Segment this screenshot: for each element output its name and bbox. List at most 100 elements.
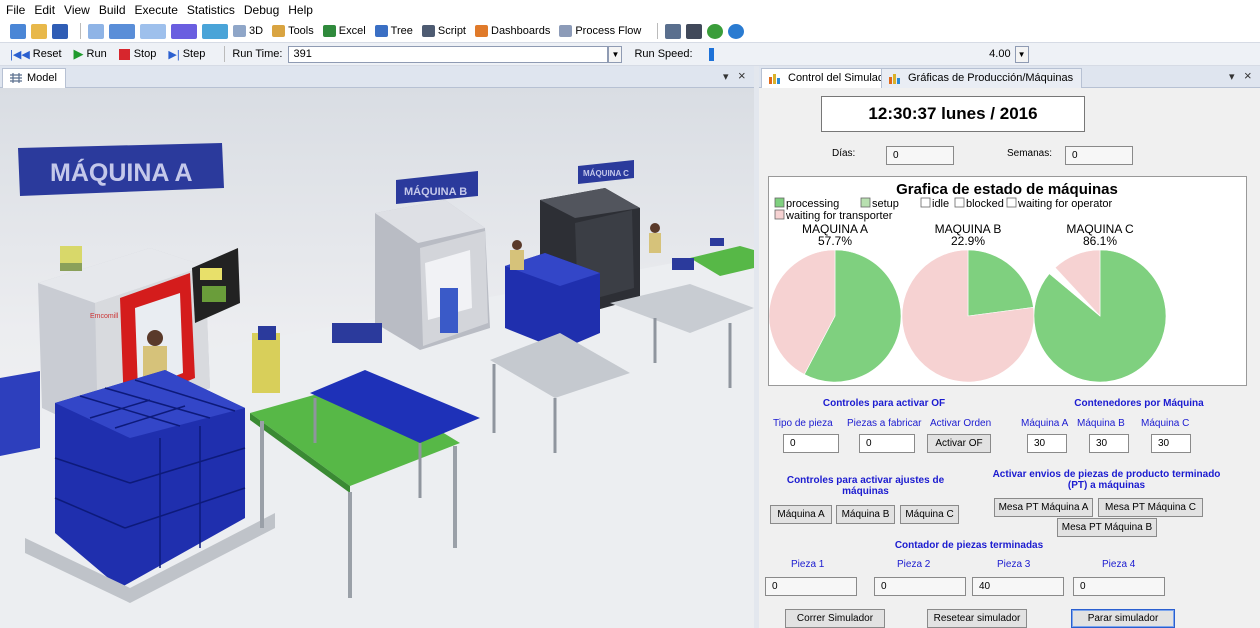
- main-toolbar: 3D Tools Excel Tree Script Dashboards Pr…: [0, 20, 1260, 42]
- open-folder-icon[interactable]: [31, 23, 47, 39]
- bar-chart-icon: [889, 74, 900, 84]
- toolbar-3d-button[interactable]: 3D: [233, 25, 263, 37]
- mesa-pt-b-button[interactable]: Mesa PT Máquina B: [1057, 518, 1157, 537]
- menu-execute[interactable]: Execute: [135, 3, 178, 17]
- sign-maquina-b-text: MÁQUINA B: [404, 185, 467, 198]
- toolbar-script-button[interactable]: Script: [421, 25, 466, 37]
- run-button[interactable]: ▶ Run: [74, 46, 107, 62]
- pane-menu-icon[interactable]: ▾: [1229, 70, 1235, 83]
- legend-swatch: [1006, 197, 1017, 208]
- pane-menu-icon[interactable]: ▾: [723, 70, 729, 83]
- run-time-field[interactable]: 391: [288, 45, 609, 63]
- tab-model[interactable]: Model: [2, 68, 66, 88]
- flexsim-window: File Edit View Build Execute Statistics …: [0, 0, 1260, 628]
- dashboards-icon: [475, 25, 488, 37]
- process-flow-icon: [559, 25, 573, 37]
- activar-orden-label: Activar Orden: [930, 418, 992, 429]
- piezas-fabricar-input[interactable]: 0: [859, 434, 915, 453]
- resetear-simulador-button[interactable]: Resetear simulador: [927, 609, 1027, 628]
- toolbar-excel-label: Excel: [338, 25, 366, 37]
- toolbar-tools-button[interactable]: Tools: [272, 25, 314, 37]
- ajuste-maquina-b-button[interactable]: Máquina B: [836, 505, 895, 524]
- toolbar-excel-button[interactable]: Excel: [322, 25, 366, 37]
- menu-file[interactable]: File: [6, 3, 25, 17]
- model-3d-view[interactable]: MÁQUINA A MÁQUINA B MÁQUINA C Emcomill: [0, 88, 754, 628]
- piezas-fabricar-label: Piezas a fabricar: [847, 418, 922, 429]
- run-time-label: Run Time:: [232, 48, 283, 60]
- contenedores-c-input[interactable]: 30: [1151, 434, 1191, 453]
- cont-label-c: Máquina C: [1141, 418, 1190, 429]
- ajuste-maquina-a-button[interactable]: Máquina A: [770, 505, 832, 524]
- menu-help[interactable]: Help: [288, 3, 313, 17]
- stop-icon: [118, 48, 130, 60]
- menu-view[interactable]: View: [64, 3, 90, 17]
- tipo-pieza-label: Tipo de pieza: [773, 418, 833, 429]
- correr-simulador-button[interactable]: Correr Simulador: [785, 609, 885, 628]
- close-icon[interactable]: ×: [738, 68, 746, 83]
- window-icon[interactable]: [686, 23, 703, 39]
- step-label: Step: [182, 48, 206, 60]
- view-options-icon[interactable]: [202, 23, 228, 39]
- legend-label: setup: [872, 198, 899, 210]
- mesa-pt-c-button[interactable]: Mesa PT Máquina C: [1098, 498, 1203, 517]
- runbar-separator: [224, 46, 226, 62]
- right-tab-strip: Control del Simulador Gráficas de Produc…: [759, 66, 1260, 88]
- mesa-pt-a-button[interactable]: Mesa PT Máquina A: [994, 498, 1093, 517]
- toolbar-separator: [657, 23, 659, 39]
- run-speed-slider[interactable]: [701, 46, 851, 63]
- pieza-1-label: Pieza 1: [791, 559, 825, 570]
- connect-mode-icon[interactable]: [109, 23, 135, 39]
- toolbar-tools-label: Tools: [288, 25, 314, 37]
- help-icon[interactable]: [707, 23, 724, 39]
- slider-thumb[interactable]: [708, 47, 714, 61]
- robot-a: [252, 333, 280, 393]
- toolbar-dashboards-button[interactable]: Dashboards: [475, 25, 550, 37]
- play-icon: ▶: [73, 46, 84, 61]
- script-icon: [421, 25, 435, 37]
- step-button[interactable]: ▶| Step: [168, 48, 205, 61]
- run-time-dropdown-icon[interactable]: ▼: [608, 45, 623, 63]
- reset-button[interactable]: |◀◀ Reset: [10, 48, 62, 61]
- pieza-1-field: 0: [765, 577, 857, 596]
- toolbar-tree-button[interactable]: Tree: [374, 25, 413, 37]
- dias-label: Días:: [832, 148, 856, 159]
- parar-simulador-button[interactable]: Parar simulador: [1071, 609, 1175, 628]
- pie-percent-label: 22.9%: [951, 234, 985, 248]
- disconnect-mode-icon[interactable]: [140, 23, 166, 39]
- factory-scene: MÁQUINA A MÁQUINA B MÁQUINA C Emcomill: [0, 88, 754, 628]
- sign-maquina-c-text: MÁQUINA C: [583, 169, 629, 178]
- menu-statistics[interactable]: Statistics: [187, 3, 235, 17]
- activar-of-button[interactable]: Activar OF: [927, 434, 991, 453]
- pointer-mode-icon[interactable]: [88, 23, 104, 39]
- close-icon[interactable]: ×: [1244, 68, 1252, 83]
- legend-label: blocked: [966, 198, 1004, 210]
- legend-swatch: [774, 197, 785, 208]
- pieza-4-field: 0: [1073, 577, 1165, 596]
- legend-swatch: [954, 197, 965, 208]
- legend-item: waiting for operator: [1006, 197, 1112, 210]
- legend-item: idle: [920, 197, 949, 210]
- grid-icon[interactable]: [665, 23, 682, 39]
- globe-icon[interactable]: [728, 23, 745, 39]
- legend-item: waiting for transporter: [774, 209, 893, 222]
- toolbar-processflow-button[interactable]: Process Flow: [559, 25, 641, 37]
- save-icon[interactable]: [52, 23, 68, 39]
- tools-icon: [272, 25, 286, 37]
- select-shape-icon[interactable]: [171, 23, 197, 39]
- pieza-3-field: 40: [972, 577, 1064, 596]
- run-speed-dropdown-icon[interactable]: ▼: [1014, 45, 1029, 63]
- legend-label: waiting for operator: [1017, 198, 1112, 210]
- legend-label: processing: [786, 198, 839, 210]
- tab-graficas[interactable]: Gráficas de Producción/Máquinas: [881, 68, 1083, 88]
- new-file-icon[interactable]: [10, 23, 26, 39]
- ajuste-maquina-c-button[interactable]: Máquina C: [900, 505, 959, 524]
- excel-icon: [322, 25, 336, 37]
- stop-button[interactable]: Stop: [118, 48, 156, 60]
- tipo-pieza-input[interactable]: 0: [783, 434, 839, 453]
- menu-edit[interactable]: Edit: [34, 3, 55, 17]
- menu-debug[interactable]: Debug: [244, 3, 279, 17]
- contenedores-b-input[interactable]: 30: [1089, 434, 1129, 453]
- contenedores-a-input[interactable]: 30: [1027, 434, 1067, 453]
- pie-slice: [967, 249, 1034, 317]
- menu-build[interactable]: Build: [99, 3, 126, 17]
